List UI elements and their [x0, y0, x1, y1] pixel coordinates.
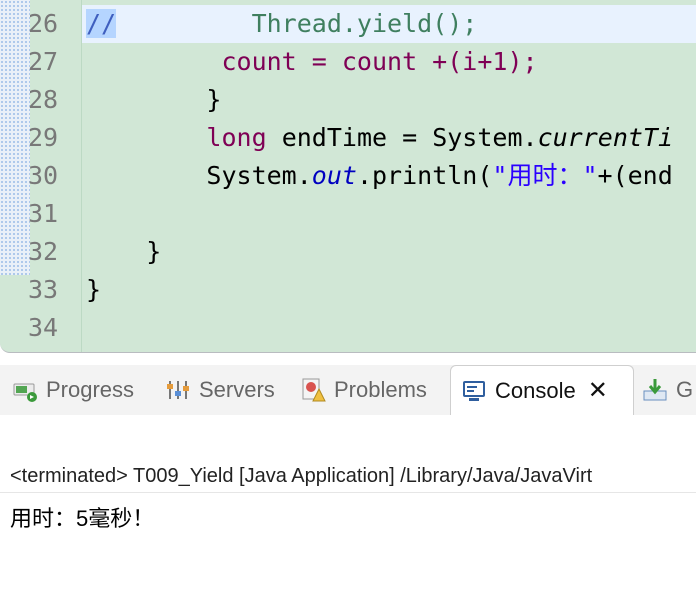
line-number: 28 — [28, 85, 59, 114]
progress-icon — [12, 377, 38, 403]
gutter-divider — [81, 0, 82, 352]
problems-icon — [300, 377, 326, 403]
tab-label: G — [676, 377, 694, 402]
keyword: long — [206, 123, 267, 152]
console-icon — [461, 378, 487, 404]
tab-problems[interactable]: Problems — [300, 365, 427, 415]
close-icon[interactable]: ✕ — [588, 376, 608, 405]
tab-git-staging[interactable]: G — [642, 365, 693, 415]
code-text: } — [206, 85, 222, 114]
code-line-29[interactable]: long endTime = System.currentTi — [86, 119, 673, 157]
tab-label: Progress — [46, 377, 135, 402]
code-text: endTime = System. — [266, 123, 538, 152]
line-number: 33 — [28, 275, 59, 304]
commented-code: Thread.yield(); — [251, 9, 478, 38]
code-line-30[interactable]: System.out.println("用时："+(end — [86, 157, 673, 195]
code-line-28[interactable]: } — [86, 81, 221, 119]
tab-label: Problems — [334, 377, 427, 402]
line-number: 31 — [28, 199, 59, 228]
tab-progress[interactable]: Progress — [12, 365, 134, 415]
code-line-33[interactable]: } — [86, 271, 101, 309]
console-output[interactable]: 用时：5毫秒！ — [10, 501, 154, 533]
code-text: } — [86, 275, 102, 304]
line-number: 26 — [28, 9, 59, 38]
code-editor[interactable]: 26 27 28 29 30 31 32 33 34 // Thread.yie… — [0, 0, 696, 353]
view-tab-bar: Progress Servers Problems Console ✕ G — [0, 365, 696, 415]
git-staging-icon — [642, 377, 668, 403]
code-text: } — [146, 237, 162, 266]
static-field: out — [311, 161, 357, 190]
line-number-gutter: 26 27 28 29 30 31 32 33 34 — [0, 0, 82, 352]
servers-icon — [165, 377, 191, 403]
code-line-27[interactable]: count = count +(i+1); — [86, 43, 538, 81]
code-text: count = count +(i+1); — [221, 47, 538, 76]
code-text: System. — [206, 161, 312, 190]
console-divider — [0, 492, 696, 493]
console-view[interactable]: <terminated> T009_Yield [Java Applicatio… — [0, 415, 696, 594]
tab-label: Console — [495, 377, 576, 403]
tab-console[interactable]: Console ✕ — [450, 365, 634, 415]
code-text: +(end — [597, 161, 673, 190]
line-number: 29 — [28, 123, 59, 152]
string-literal: "用时：" — [492, 161, 598, 190]
code-line-32[interactable]: } — [86, 233, 161, 271]
line-number: 27 — [28, 47, 59, 76]
tab-label: Servers — [199, 377, 275, 402]
tab-servers[interactable]: Servers — [165, 365, 275, 415]
static-method: currentTi — [537, 123, 674, 152]
line-number: 30 — [28, 161, 59, 190]
line-number: 32 — [28, 237, 59, 266]
line-number: 34 — [28, 313, 59, 342]
selected-comment: // — [86, 9, 117, 38]
code-text: .println( — [356, 161, 493, 190]
code-line-26[interactable]: // Thread.yield(); — [86, 5, 477, 43]
console-title: <terminated> T009_Yield [Java Applicatio… — [10, 465, 593, 487]
